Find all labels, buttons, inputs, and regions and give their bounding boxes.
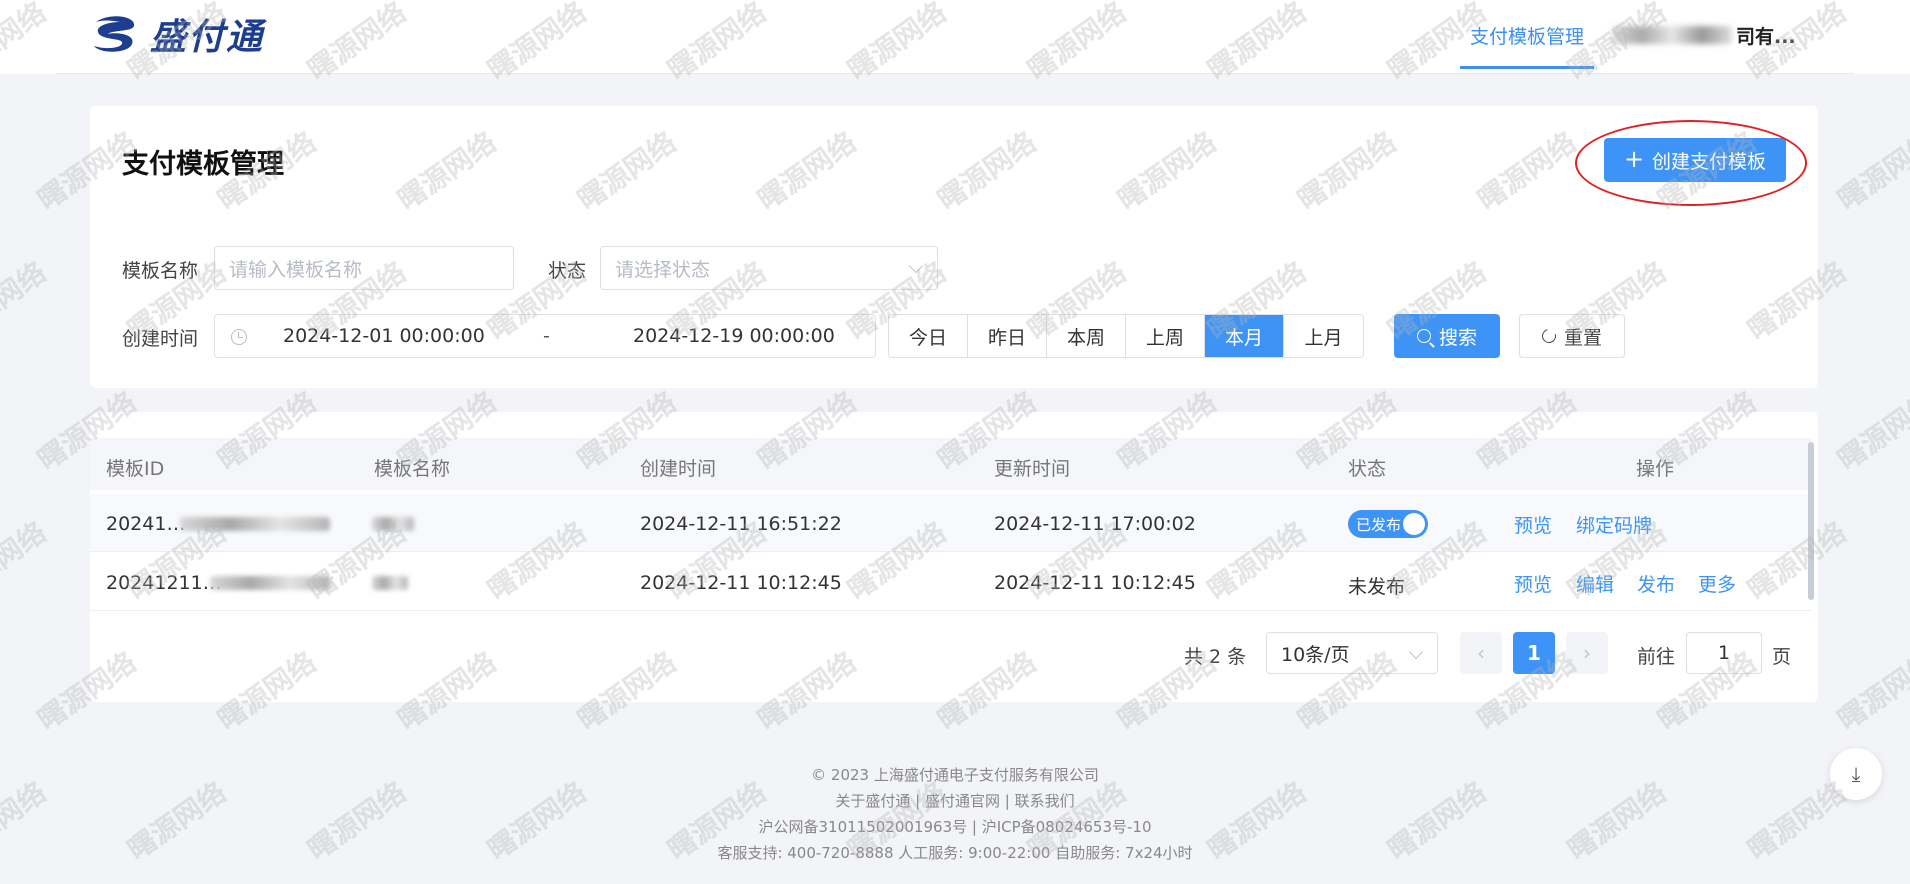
clock-icon (231, 329, 247, 345)
quick-range-this-week[interactable]: 本周 (1047, 315, 1126, 357)
table-row (90, 553, 1812, 611)
pagination-total: 共 2 条 (1184, 646, 1247, 668)
column-header-updated: 更新时间 (994, 458, 1071, 480)
quick-range-yesterday[interactable]: 昨日 (968, 315, 1047, 357)
date-range-picker[interactable]: 2024-12-01 00:00:00 - 2024-12-19 00:00:0… (214, 314, 876, 358)
edit-link[interactable]: 编辑 (1576, 570, 1614, 597)
chevron-left-icon: ‹ (1477, 641, 1485, 665)
footer-icp: 沪公网备31011502001963号 | 沪ICP备08024653号-10 (758, 818, 1152, 836)
quick-range-last-week[interactable]: 上周 (1126, 315, 1205, 357)
column-header-created: 创建时间 (640, 458, 717, 480)
chevron-down-icon (1408, 644, 1424, 660)
template-name-placeholder: 请输入模板名称 (229, 258, 363, 281)
highlight-ellipse (1575, 120, 1807, 206)
row-updated-time: 2024-12-11 17:00:02 (994, 513, 1196, 535)
more-link[interactable]: 更多 (1698, 570, 1736, 597)
row-updated-time: 2024-12-11 10:12:45 (994, 572, 1196, 594)
table-header (90, 438, 1812, 490)
header-divider (56, 73, 1854, 74)
watermark-text: 曙源网络 (0, 515, 53, 607)
redacted-id (210, 576, 330, 590)
column-header-status: 状态 (1348, 458, 1387, 480)
date-start[interactable]: 2024-12-01 00:00:00 (283, 325, 485, 347)
date-end[interactable]: 2024-12-19 00:00:00 (633, 325, 835, 347)
page-size-value: 10条/页 (1281, 643, 1350, 666)
watermark-text: 曙源网络 (1831, 385, 1910, 477)
user-company-menu[interactable]: 司有... (1612, 20, 1796, 50)
table-scrollbar[interactable] (1808, 442, 1814, 600)
template-name-label: 模板名称 (122, 260, 199, 282)
quick-range-last-month[interactable]: 上月 (1284, 315, 1363, 357)
search-icon (1416, 329, 1431, 343)
table-row (90, 494, 1812, 552)
column-header-id: 模板ID (106, 458, 165, 480)
publish-toggle-label: 已发布 (1356, 515, 1402, 534)
search-label: 搜索 (1438, 326, 1477, 349)
publish-link[interactable]: 发布 (1637, 570, 1675, 597)
download-button[interactable]: ⤓ (1830, 748, 1882, 800)
preview-link[interactable]: 预览 (1514, 570, 1552, 597)
next-page-button[interactable]: › (1566, 632, 1608, 674)
publish-toggle[interactable]: 已发布 (1348, 510, 1428, 538)
watermark-text: 曙源网络 (0, 255, 53, 347)
brand-name: 盛付通 (150, 16, 265, 58)
row-template-id: 20241211… (106, 572, 222, 594)
logo-swirl-icon (94, 16, 135, 52)
redacted-user-name (1612, 26, 1732, 44)
row-created-time: 2024-12-11 10:12:45 (640, 572, 842, 594)
page-unit-label: 页 (1772, 646, 1792, 668)
created-time-label: 创建时间 (122, 328, 199, 350)
refresh-icon (1539, 326, 1559, 346)
watermark-text: 曙源网络 (1831, 645, 1910, 737)
status-label: 状态 (548, 260, 587, 282)
prev-page-button[interactable]: ‹ (1460, 632, 1502, 674)
footer-support: 客服支持: 400-720-8888 人工服务: 9:00-22:00 自助服务… (717, 844, 1193, 862)
reset-label: 重置 (1563, 326, 1602, 349)
page-size-select[interactable]: 10条/页 (1266, 632, 1438, 674)
redacted-template-name (372, 517, 414, 531)
user-company-suffix: 司有... (1736, 25, 1796, 48)
quick-range-this-month[interactable]: 本月 (1205, 315, 1284, 357)
page-footer: © 2023 上海盛付通电子支付服务有限公司 关于盛付通 | 盛付通官网 | 联… (0, 762, 1910, 866)
status-placeholder: 请选择状态 (615, 258, 711, 281)
row-created-time: 2024-12-11 16:51:22 (640, 513, 842, 535)
page-number-current[interactable]: 1 (1513, 632, 1555, 674)
column-header-name: 模板名称 (374, 458, 451, 480)
status-select[interactable]: 请选择状态 (600, 246, 938, 290)
footer-copyright: © 2023 上海盛付通电子支付服务有限公司 (811, 766, 1099, 784)
date-separator: - (543, 325, 550, 347)
quick-range-group: 今日 昨日 本周 上周 本月 上月 (888, 314, 1364, 358)
search-button[interactable]: 搜索 (1394, 314, 1500, 358)
quick-range-today[interactable]: 今日 (889, 315, 968, 357)
template-name-input[interactable]: 请输入模板名称 (214, 246, 514, 290)
goto-page-input[interactable]: 1 (1686, 632, 1762, 674)
goto-label: 前往 (1637, 646, 1676, 668)
preview-link[interactable]: 预览 (1514, 511, 1552, 538)
chevron-down-icon (908, 258, 924, 274)
column-header-actions: 操作 (1636, 458, 1675, 480)
redacted-id (180, 517, 330, 531)
redacted-template-name (372, 576, 408, 590)
row-status: 未发布 (1348, 576, 1406, 598)
footer-links[interactable]: 关于盛付通 | 盛付通官网 | 联系我们 (0, 788, 1910, 814)
nav-tab-active-indicator (1460, 66, 1594, 69)
row-template-id: 20241… (106, 513, 186, 535)
page-title: 支付模板管理 (122, 149, 284, 180)
nav-tab-payment-templates[interactable]: 支付模板管理 (1460, 0, 1594, 70)
chevron-right-icon: › (1583, 641, 1591, 665)
watermark-text: 曙源网络 (1831, 125, 1910, 217)
toggle-knob (1403, 513, 1425, 535)
brand-logo[interactable]: 盛付通 (90, 14, 264, 58)
download-icon: ⤓ (1851, 762, 1861, 786)
bind-qr-link[interactable]: 绑定码牌 (1576, 511, 1652, 538)
reset-button[interactable]: 重置 (1519, 314, 1625, 358)
